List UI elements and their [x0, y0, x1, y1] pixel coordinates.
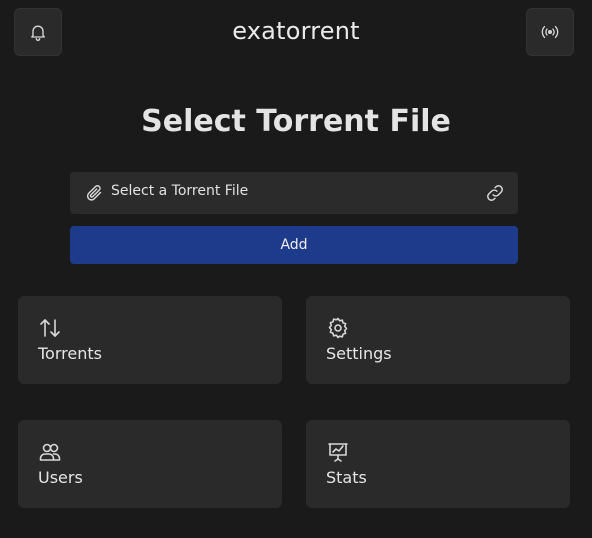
app-root: exatorrent Select Torrent File Select a …	[0, 0, 592, 538]
arrows-up-down-icon	[40, 319, 60, 337]
torrent-file-input[interactable]: Select a Torrent File	[70, 172, 518, 214]
stats-card-label: Stats	[326, 468, 367, 487]
add-button[interactable]: Add	[70, 226, 518, 264]
broadcast-icon	[541, 25, 559, 39]
users-card[interactable]: Users	[18, 420, 282, 508]
torrents-card[interactable]: Torrents	[18, 296, 282, 384]
connection-status-button[interactable]	[526, 8, 574, 56]
app-title: exatorrent	[232, 17, 360, 45]
gear-icon	[328, 317, 348, 339]
stats-card[interactable]: Stats	[306, 420, 570, 508]
settings-card-label: Settings	[326, 344, 392, 363]
settings-card[interactable]: Settings	[306, 296, 570, 384]
users-card-label: Users	[38, 468, 83, 487]
file-input-placeholder: Select a Torrent File	[111, 183, 249, 199]
link-icon[interactable]	[484, 182, 506, 204]
users-icon	[39, 443, 61, 461]
torrents-card-label: Torrents	[38, 344, 102, 363]
presentation-chart-icon	[328, 443, 348, 462]
page-heading: Select Torrent File	[141, 104, 451, 139]
paperclip-icon[interactable]	[84, 182, 106, 204]
